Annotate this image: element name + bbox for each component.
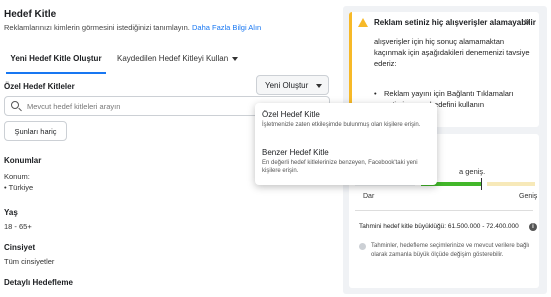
alert-title: Reklam setiniz hiç alışverişler alamayab…	[374, 18, 536, 27]
close-icon[interactable]: ×	[524, 15, 531, 29]
search-placeholder: Mevcut hedef kitleleri arayın	[27, 102, 121, 111]
tab-saved-audience-label: Kaydedilen Hedef Kitleyi Kullan	[117, 54, 229, 63]
custom-audiences-label: Özel Hedef Kitleler	[4, 82, 75, 91]
age-value: 18 - 65+	[4, 222, 32, 231]
age-label: Yaş	[4, 208, 18, 217]
search-icon	[11, 101, 19, 109]
gender-value: Tüm cinsiyetler	[4, 257, 55, 266]
dropdown-item-custom-audience[interactable]: Özel Hedef Kitle İşletmenizle zaten etki…	[262, 110, 432, 129]
caret-down-icon	[232, 56, 239, 61]
dropdown-item-title: Özel Hedef Kitle	[262, 110, 320, 119]
learn-more-link[interactable]: Daha Fazla Bilgi Alın	[192, 23, 261, 32]
page-title: Hedef Kitle	[4, 9, 57, 20]
create-new-dropdown: Özel Hedef Kitle İşletmenizle zaten etki…	[255, 103, 437, 185]
location-value: • Türkiye	[4, 183, 34, 192]
exclude-button[interactable]: Şunları hariç	[4, 121, 67, 141]
warning-icon	[358, 18, 368, 27]
audience-tabs: Yeni Hedef Kitle Oluştur Kaydedilen Hede…	[0, 46, 336, 74]
locations-label: Konumlar	[4, 156, 42, 165]
caret-down-icon	[316, 83, 323, 88]
info-icon[interactable]: i	[529, 223, 537, 231]
location-sub-label: Konum:	[4, 172, 30, 181]
narrow-label: Dar	[363, 193, 375, 200]
dropdown-item-desc: En değerli hedef kitlelerinize benzeyen,…	[262, 160, 418, 174]
dropdown-item-lookalike-audience[interactable]: Benzer Hedef Kitle En değerli hedef kitl…	[262, 148, 432, 175]
estimated-size: Tahmini hedef kitle büyüklüğü: 61.500.00…	[359, 223, 519, 230]
subtitle-text: Reklamlarınızı kimlerin görmesini istedi…	[4, 23, 190, 32]
tab-saved-audience[interactable]: Kaydedilen Hedef Kitleyi Kullan	[117, 54, 239, 63]
gender-label: Cinsiyet	[4, 243, 36, 252]
dropdown-item-desc: İşletmenizle zaten etkileşimde bulunmuş …	[262, 122, 421, 128]
estimate-icon	[359, 243, 366, 250]
alert-body: alışverişler için hiç sonuç alamamaktan …	[374, 37, 530, 68]
create-new-button[interactable]: Yeni Oluştur	[256, 75, 329, 95]
breadth-text: a geniş.	[459, 167, 486, 176]
divider	[355, 210, 533, 211]
page-subtitle: Reklamlarınızı kimlerin görmesini istedi…	[4, 23, 261, 32]
breadth-needle	[481, 178, 482, 190]
dropdown-item-title: Benzer Hedef Kitle	[262, 148, 329, 157]
wide-label: Geniş	[519, 193, 538, 200]
create-new-label: Yeni Oluştur	[265, 81, 309, 90]
tab-create-new-audience[interactable]: Yeni Hedef Kitle Oluştur	[6, 54, 106, 74]
bullet-dot: •	[374, 89, 377, 98]
breadth-bar-wide	[487, 182, 535, 186]
detailed-targeting-label: Detaylı Hedefleme	[4, 278, 73, 287]
estimate-note: Tahminler, hedefleme seçimlerinize ve me…	[371, 243, 530, 258]
